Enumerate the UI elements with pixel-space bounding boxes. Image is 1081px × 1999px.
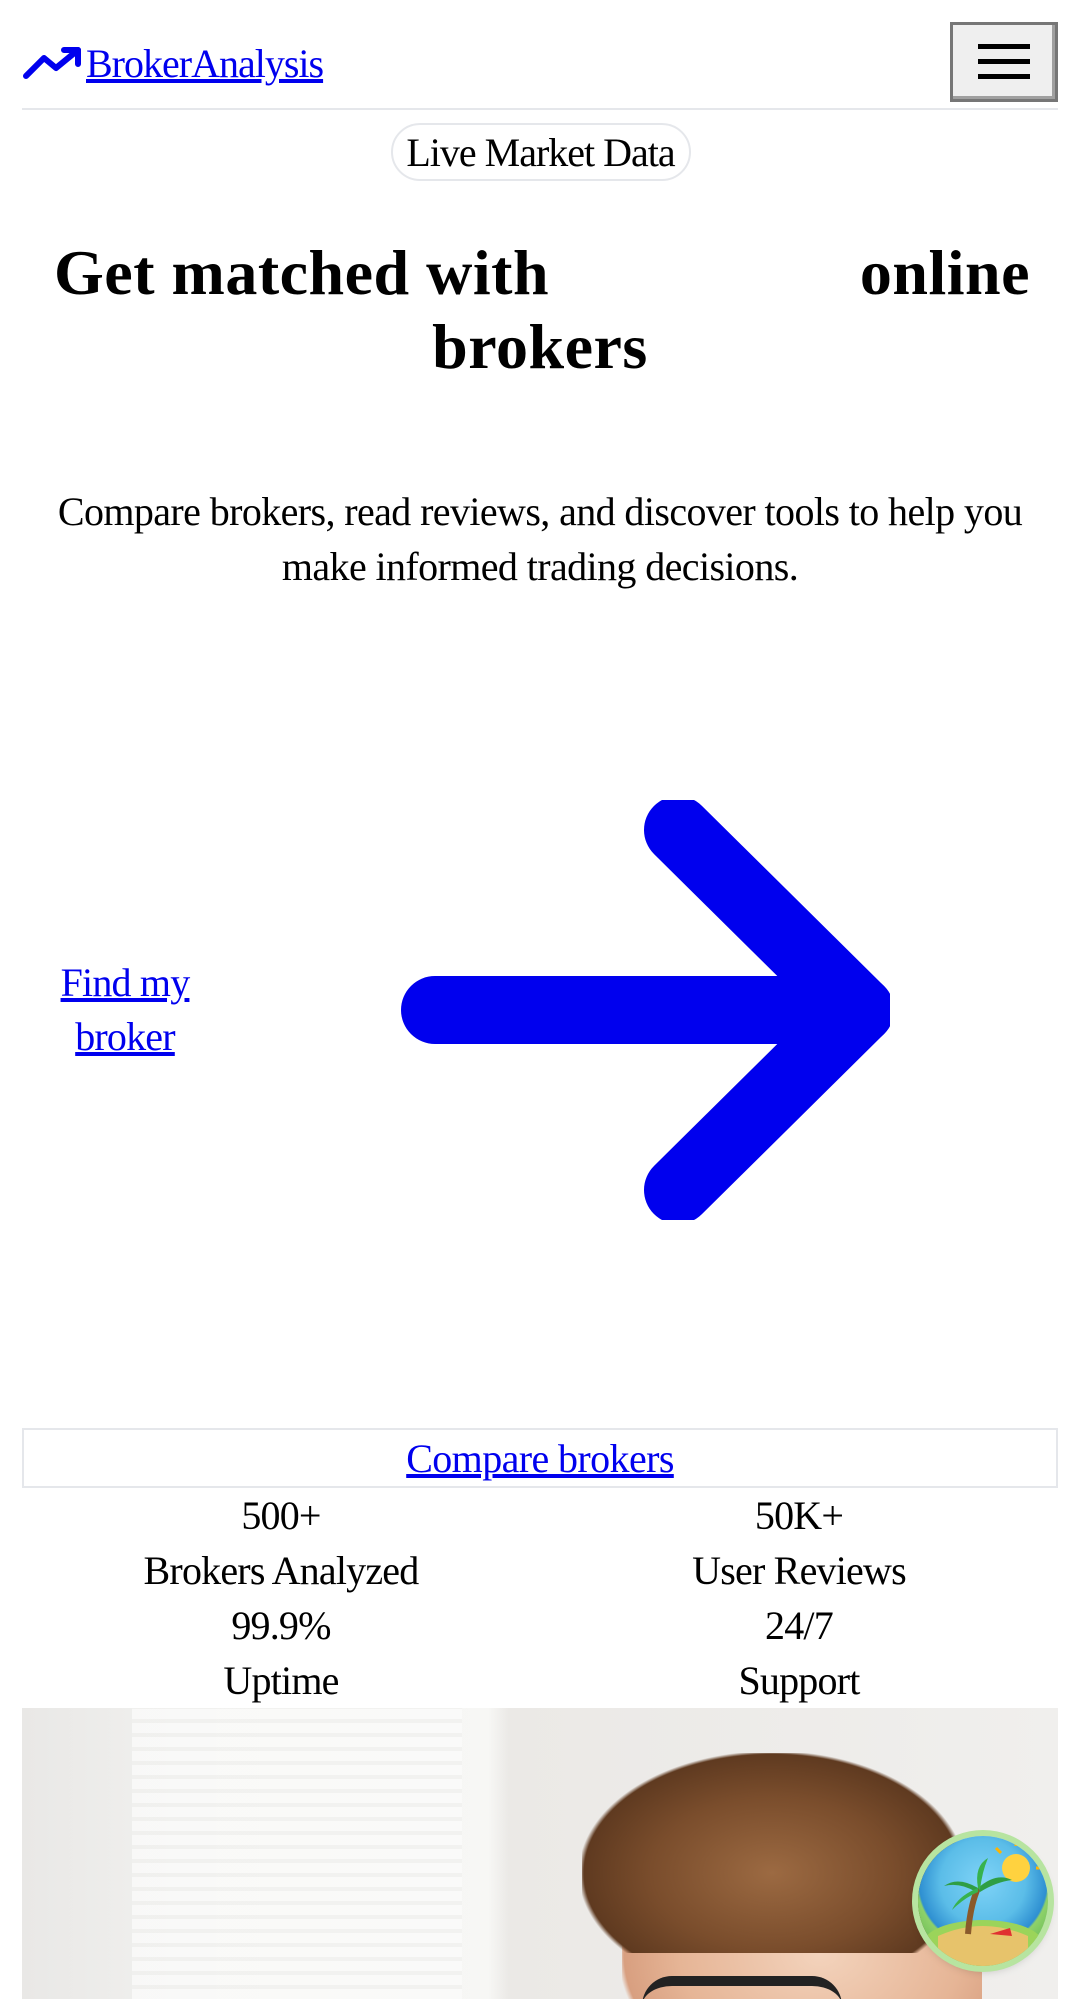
photo-window-blinds	[132, 1708, 462, 1999]
hero-title: Get matched with online brokers	[40, 236, 1040, 384]
trending-up-icon	[23, 46, 81, 79]
stat-value: 24/7	[765, 1603, 834, 1648]
beach-island-icon	[923, 1840, 1043, 1966]
photo-person-hair	[582, 1753, 962, 1953]
menu-button[interactable]	[950, 22, 1058, 102]
arrow-right-icon	[401, 800, 890, 1220]
hero-title-line1: Get matched with online	[40, 236, 1040, 310]
find-my-broker-link[interactable]: Find my broker	[40, 956, 210, 1064]
stat-value: 500+	[241, 1493, 321, 1538]
stat-support: 24/7 Support	[540, 1598, 1058, 1708]
stat-label: User Reviews	[692, 1548, 906, 1593]
stat-brokers: 500+ Brokers Analyzed	[22, 1488, 540, 1598]
site-header: BrokerAnalysis	[22, 22, 1058, 110]
hero-subtitle: Compare brokers, read reviews, and disco…	[57, 489, 1023, 589]
floating-beach-button[interactable]	[918, 1836, 1048, 1966]
stat-label: Brokers Analyzed	[143, 1548, 420, 1593]
stat-label: Uptime	[223, 1658, 339, 1703]
compare-brokers-label: Compare brokers	[406, 1435, 674, 1481]
stats-grid: 500+ Brokers Analyzed 50K+ User Reviews …	[22, 1488, 1058, 1708]
hero-title-end: online	[859, 237, 1030, 308]
stat-uptime: 99.9% Uptime	[22, 1598, 540, 1708]
stat-reviews: 50K+ User Reviews	[540, 1488, 1058, 1598]
hero-title-start: Get matched with	[54, 237, 550, 308]
brand-logo-link[interactable]: BrokerAnalysis	[22, 40, 324, 87]
brand-name: BrokerAnalysis	[86, 41, 324, 86]
hero-title-line2: brokers	[432, 311, 648, 382]
hero-photo	[22, 1708, 1058, 1999]
stat-label: Support	[738, 1658, 860, 1703]
stat-value: 50K+	[754, 1493, 844, 1538]
compare-brokers-button[interactable]: Compare brokers	[22, 1428, 1058, 1488]
live-market-badge: Live Market Data	[390, 123, 691, 181]
stat-value: 99.9%	[231, 1603, 331, 1648]
hero-title-gap	[559, 236, 849, 310]
photo-person-glasses	[642, 1976, 842, 1999]
hamburger-menu-icon	[978, 44, 1030, 79]
